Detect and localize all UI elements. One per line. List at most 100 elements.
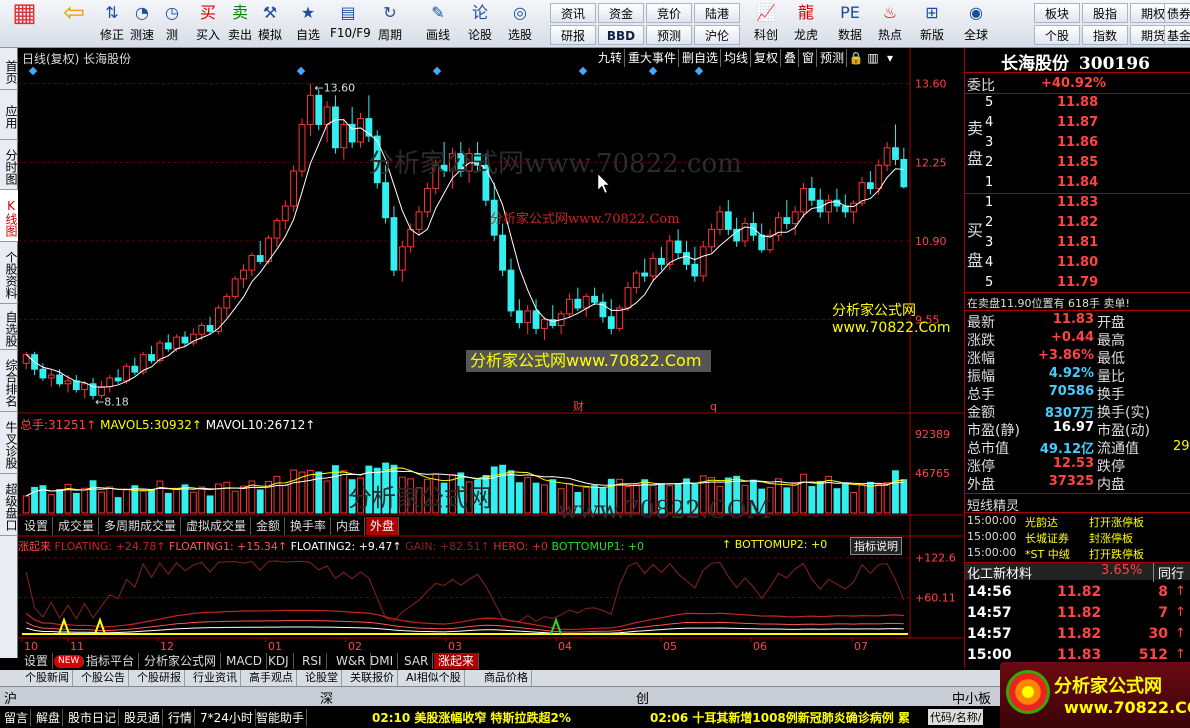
toolbar-button-5[interactable]: 买买入: [190, 2, 226, 46]
bottom-item[interactable]: 股灵通: [122, 709, 164, 726]
indicator-tab[interactable]: 指标平台: [82, 653, 140, 669]
buy-price[interactable]: 11.83: [1057, 195, 1098, 210]
toolbar-small-button[interactable]: BBD: [598, 25, 644, 45]
indicator-tab[interactable]: 设置: [20, 653, 54, 669]
news-tab[interactable]: AI相似个股: [403, 670, 465, 686]
indicator-help-button[interactable]: 指标说明: [850, 537, 902, 555]
toolbar-button-4[interactable]: ◷ 测: [154, 2, 190, 46]
bottom-item[interactable]: 7*24小时: [198, 709, 256, 726]
toolbar-small-button[interactable]: 个股: [1034, 25, 1080, 45]
code-search[interactable]: 代码/名称/: [928, 709, 984, 725]
toolbar-small-button[interactable]: 股指: [1082, 3, 1128, 23]
toolbar-button-12[interactable]: 论论股: [462, 2, 498, 46]
toolbar-small-button[interactable]: 指数: [1082, 25, 1128, 45]
indicator-tab[interactable]: W&R: [332, 653, 371, 669]
left-tab-8[interactable]: 超级盘口: [0, 474, 18, 536]
short-stock[interactable]: 光韵达: [1025, 514, 1058, 530]
short-stock[interactable]: 长城证券: [1025, 530, 1069, 546]
news-ticker-2[interactable]: 02:06 十耳其新增1008例新冠肺炎确诊病例 累: [650, 709, 910, 726]
left-tab-2[interactable]: 分时图: [0, 140, 18, 190]
toolbar-small-button[interactable]: 竞价: [646, 3, 692, 23]
indicator-tab[interactable]: RSI: [298, 653, 327, 669]
indicator-tab[interactable]: MACD: [222, 653, 267, 669]
short-stock[interactable]: *ST 中绒: [1025, 546, 1070, 562]
sell-price[interactable]: 11.86: [1057, 135, 1098, 150]
toolbar-button-13[interactable]: ◎ 选股: [502, 2, 538, 46]
zx-index[interactable]: 中小板: [952, 688, 991, 707]
toolbar-button-16[interactable]: PE 数据: [832, 2, 868, 46]
toolbar-button-8[interactable]: ★ 自选: [290, 2, 326, 46]
chart-area[interactable]: 日线(复权) 长海股份 九转 重大事件 删自选 均线 复权叠窗预测 🔒 ▥ ▾ 13.60 12…: [18, 48, 963, 658]
sz-index[interactable]: 深: [320, 688, 333, 707]
volume-tab[interactable]: 金额: [252, 517, 286, 535]
indicator-tab[interactable]: 涨起来: [434, 653, 480, 669]
volume-tab[interactable]: 虚拟成交量: [182, 517, 252, 535]
buy-price[interactable]: 11.79: [1057, 275, 1098, 290]
left-tab-0[interactable]: 首页: [0, 50, 18, 90]
toolbar-button-19[interactable]: ◉ 全球: [958, 2, 994, 46]
toolbar-small-button[interactable]: 研报: [550, 25, 596, 45]
news-tab[interactable]: 商品价格: [481, 670, 532, 686]
toolbar-small-button[interactable]: 债券: [1164, 3, 1190, 23]
left-tab-5[interactable]: 自选股: [0, 304, 18, 350]
indicator-tab[interactable]: DMI: [366, 653, 399, 669]
bottom-item[interactable]: 留言: [2, 709, 32, 726]
sector-name[interactable]: 化工新材料: [967, 563, 1032, 582]
left-tab-7[interactable]: 牛叉诊股: [0, 412, 18, 474]
toolbar-button-9[interactable]: ▤ F10/F9: [330, 2, 371, 46]
bottom-item[interactable]: 解盘: [34, 709, 64, 726]
toolbar-button-1[interactable]: ⇦: [52, 0, 96, 46]
indicator-tab[interactable]: KDJ: [264, 653, 294, 669]
toolbar-small-button[interactable]: 陆港: [694, 3, 740, 23]
volume-tab[interactable]: 多周期成交量: [100, 517, 182, 535]
volume-tab[interactable]: 换手率: [286, 517, 332, 535]
toolbar-small-button[interactable]: 板块: [1034, 3, 1080, 23]
news-ticker-1[interactable]: 02:10 美股涨幅收窄 特斯拉跌超2%: [372, 709, 571, 726]
sell-price[interactable]: 11.87: [1057, 115, 1098, 130]
toolbar-button-7[interactable]: ⚒ 模拟: [252, 2, 288, 46]
buy-price[interactable]: 11.81: [1057, 235, 1098, 250]
indicator-tab[interactable]: SAR: [400, 653, 434, 669]
toolbar-button-0[interactable]: ▦: [2, 0, 46, 46]
sector-more[interactable]: 同行: [1153, 563, 1184, 582]
toolbar-button-14[interactable]: 📈 科创: [748, 2, 784, 46]
buy-level: 1: [985, 195, 994, 210]
toolbar-small-button[interactable]: 资金: [598, 3, 644, 23]
buy-price[interactable]: 11.80: [1057, 255, 1098, 270]
volume-tab[interactable]: 成交量: [54, 517, 100, 535]
volume-tab[interactable]: 外盘: [366, 517, 400, 535]
left-tab-1[interactable]: 应用: [0, 90, 18, 140]
toolbar-small-button[interactable]: 预测: [646, 25, 692, 45]
toolbar-button-11[interactable]: ✎ 画线: [420, 2, 456, 46]
volume-tab[interactable]: 内盘: [332, 517, 366, 535]
sell-price[interactable]: 11.85: [1057, 155, 1098, 170]
news-tab[interactable]: 行业资讯: [190, 670, 241, 686]
bottom-item[interactable]: 智能助手: [254, 709, 308, 726]
news-tab[interactable]: 关联报价: [347, 670, 398, 686]
cy-index[interactable]: 创: [636, 688, 649, 707]
toolbar-button-17[interactable]: ♨ 热点: [872, 2, 908, 46]
toolbar-button-10[interactable]: ↻ 周期: [372, 2, 408, 46]
news-tab[interactable]: 论股堂: [302, 670, 342, 686]
toolbar-button-18[interactable]: ⊞ 新版: [914, 2, 950, 46]
buy-price[interactable]: 11.82: [1057, 215, 1098, 230]
sell-price[interactable]: 11.84: [1057, 175, 1098, 190]
news-tab[interactable]: 个股研报: [134, 670, 185, 686]
left-tab-4[interactable]: 个股资料: [0, 242, 18, 304]
sell-price[interactable]: 11.88: [1057, 95, 1098, 110]
bottom-item[interactable]: 股市日记: [66, 709, 120, 726]
bottom-item[interactable]: 行情: [166, 709, 196, 726]
toolbar-small-button[interactable]: 资讯: [550, 3, 596, 23]
toolbar-small-button[interactable]: 沪伦: [694, 25, 740, 45]
news-tab[interactable]: 高手观点: [246, 670, 297, 686]
left-tab-3[interactable]: K线图: [0, 190, 18, 242]
indicator-tab[interactable]: 分析家公式网: [140, 653, 222, 669]
news-tab[interactable]: 个股公告: [78, 670, 129, 686]
toolbar-button-15[interactable]: 龍龙虎: [788, 2, 824, 46]
news-tab[interactable]: 个股新闻: [22, 670, 73, 686]
volume-tab[interactable]: 设置: [20, 517, 54, 535]
left-tab-6[interactable]: 综合排名: [0, 350, 18, 412]
toolbar-small-button[interactable]: 基金: [1164, 25, 1190, 45]
indicator-tab[interactable]: NEW: [54, 655, 85, 668]
sh-index[interactable]: 沪: [4, 688, 17, 707]
